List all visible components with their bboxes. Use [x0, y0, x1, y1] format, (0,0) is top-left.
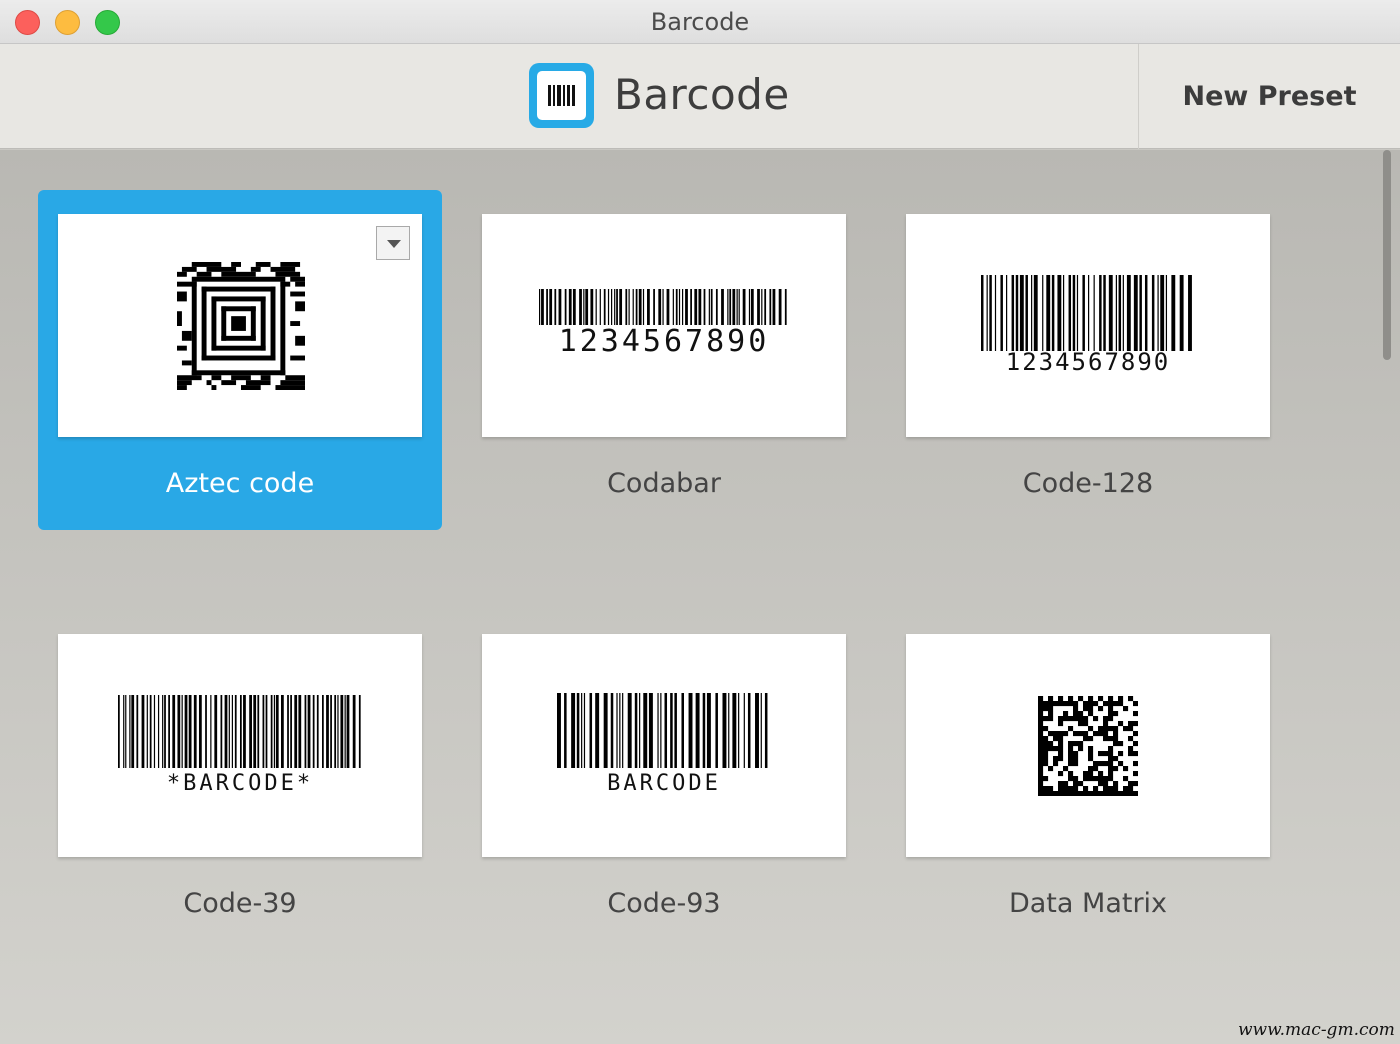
preset-menu-dropdown[interactable]	[376, 226, 410, 260]
codabar-bars	[539, 289, 787, 325]
title-bar: Barcode	[0, 0, 1400, 44]
chevron-down-icon	[387, 240, 401, 248]
window-title: Barcode	[650, 8, 750, 36]
app-title: Barcode	[614, 70, 790, 119]
tile-label: Code-93	[607, 888, 721, 919]
tile-codabar[interactable]: 1234567890 Codabar	[462, 190, 866, 530]
code-39-bars	[118, 695, 361, 768]
data-matrix-image	[1038, 696, 1138, 796]
app-window: Barcode Barcode New Preset Aztec code 12…	[0, 0, 1400, 1044]
toolbar: Barcode New Preset	[0, 44, 1400, 149]
codabar-human-readable: 1234567890	[558, 324, 770, 359]
barcode-app-icon	[529, 63, 594, 128]
code-93-bars	[557, 693, 768, 768]
code-128-human-readable: 1234567890	[1005, 348, 1171, 376]
code-128-bars	[981, 275, 1192, 351]
tile-data-matrix[interactable]: Data Matrix	[886, 610, 1290, 950]
code-128-preview: 1234567890	[906, 214, 1270, 437]
watermark: www.mac-gm.com	[1238, 1020, 1395, 1040]
data-matrix-preview	[906, 634, 1270, 857]
code-39-preview: *BARCODE*	[58, 634, 422, 857]
code-93-preview: BARCODE	[482, 634, 846, 857]
tile-code-93[interactable]: BARCODE Code-93	[462, 610, 866, 950]
vertical-scrollbar[interactable]	[1383, 150, 1391, 360]
tile-code-39[interactable]: *BARCODE* Code-39	[38, 610, 442, 950]
code-93-human-readable: BARCODE	[607, 771, 721, 796]
codabar-preview: 1234567890	[482, 214, 846, 437]
tile-label: Aztec code	[165, 468, 315, 499]
aztec-code-preview	[58, 214, 422, 437]
tile-label: Code-39	[183, 888, 297, 919]
tile-label: Code-128	[1022, 468, 1154, 499]
code-39-human-readable: *BARCODE*	[166, 771, 314, 796]
tile-aztec-code[interactable]: Aztec code	[38, 190, 442, 530]
tile-code-128[interactable]: 1234567890 Code-128	[886, 190, 1290, 530]
tile-label: Data Matrix	[1008, 888, 1168, 919]
tile-label: Codabar	[607, 468, 721, 499]
aztec-code-image	[177, 262, 305, 390]
new-preset-button[interactable]: New Preset	[1139, 44, 1400, 149]
